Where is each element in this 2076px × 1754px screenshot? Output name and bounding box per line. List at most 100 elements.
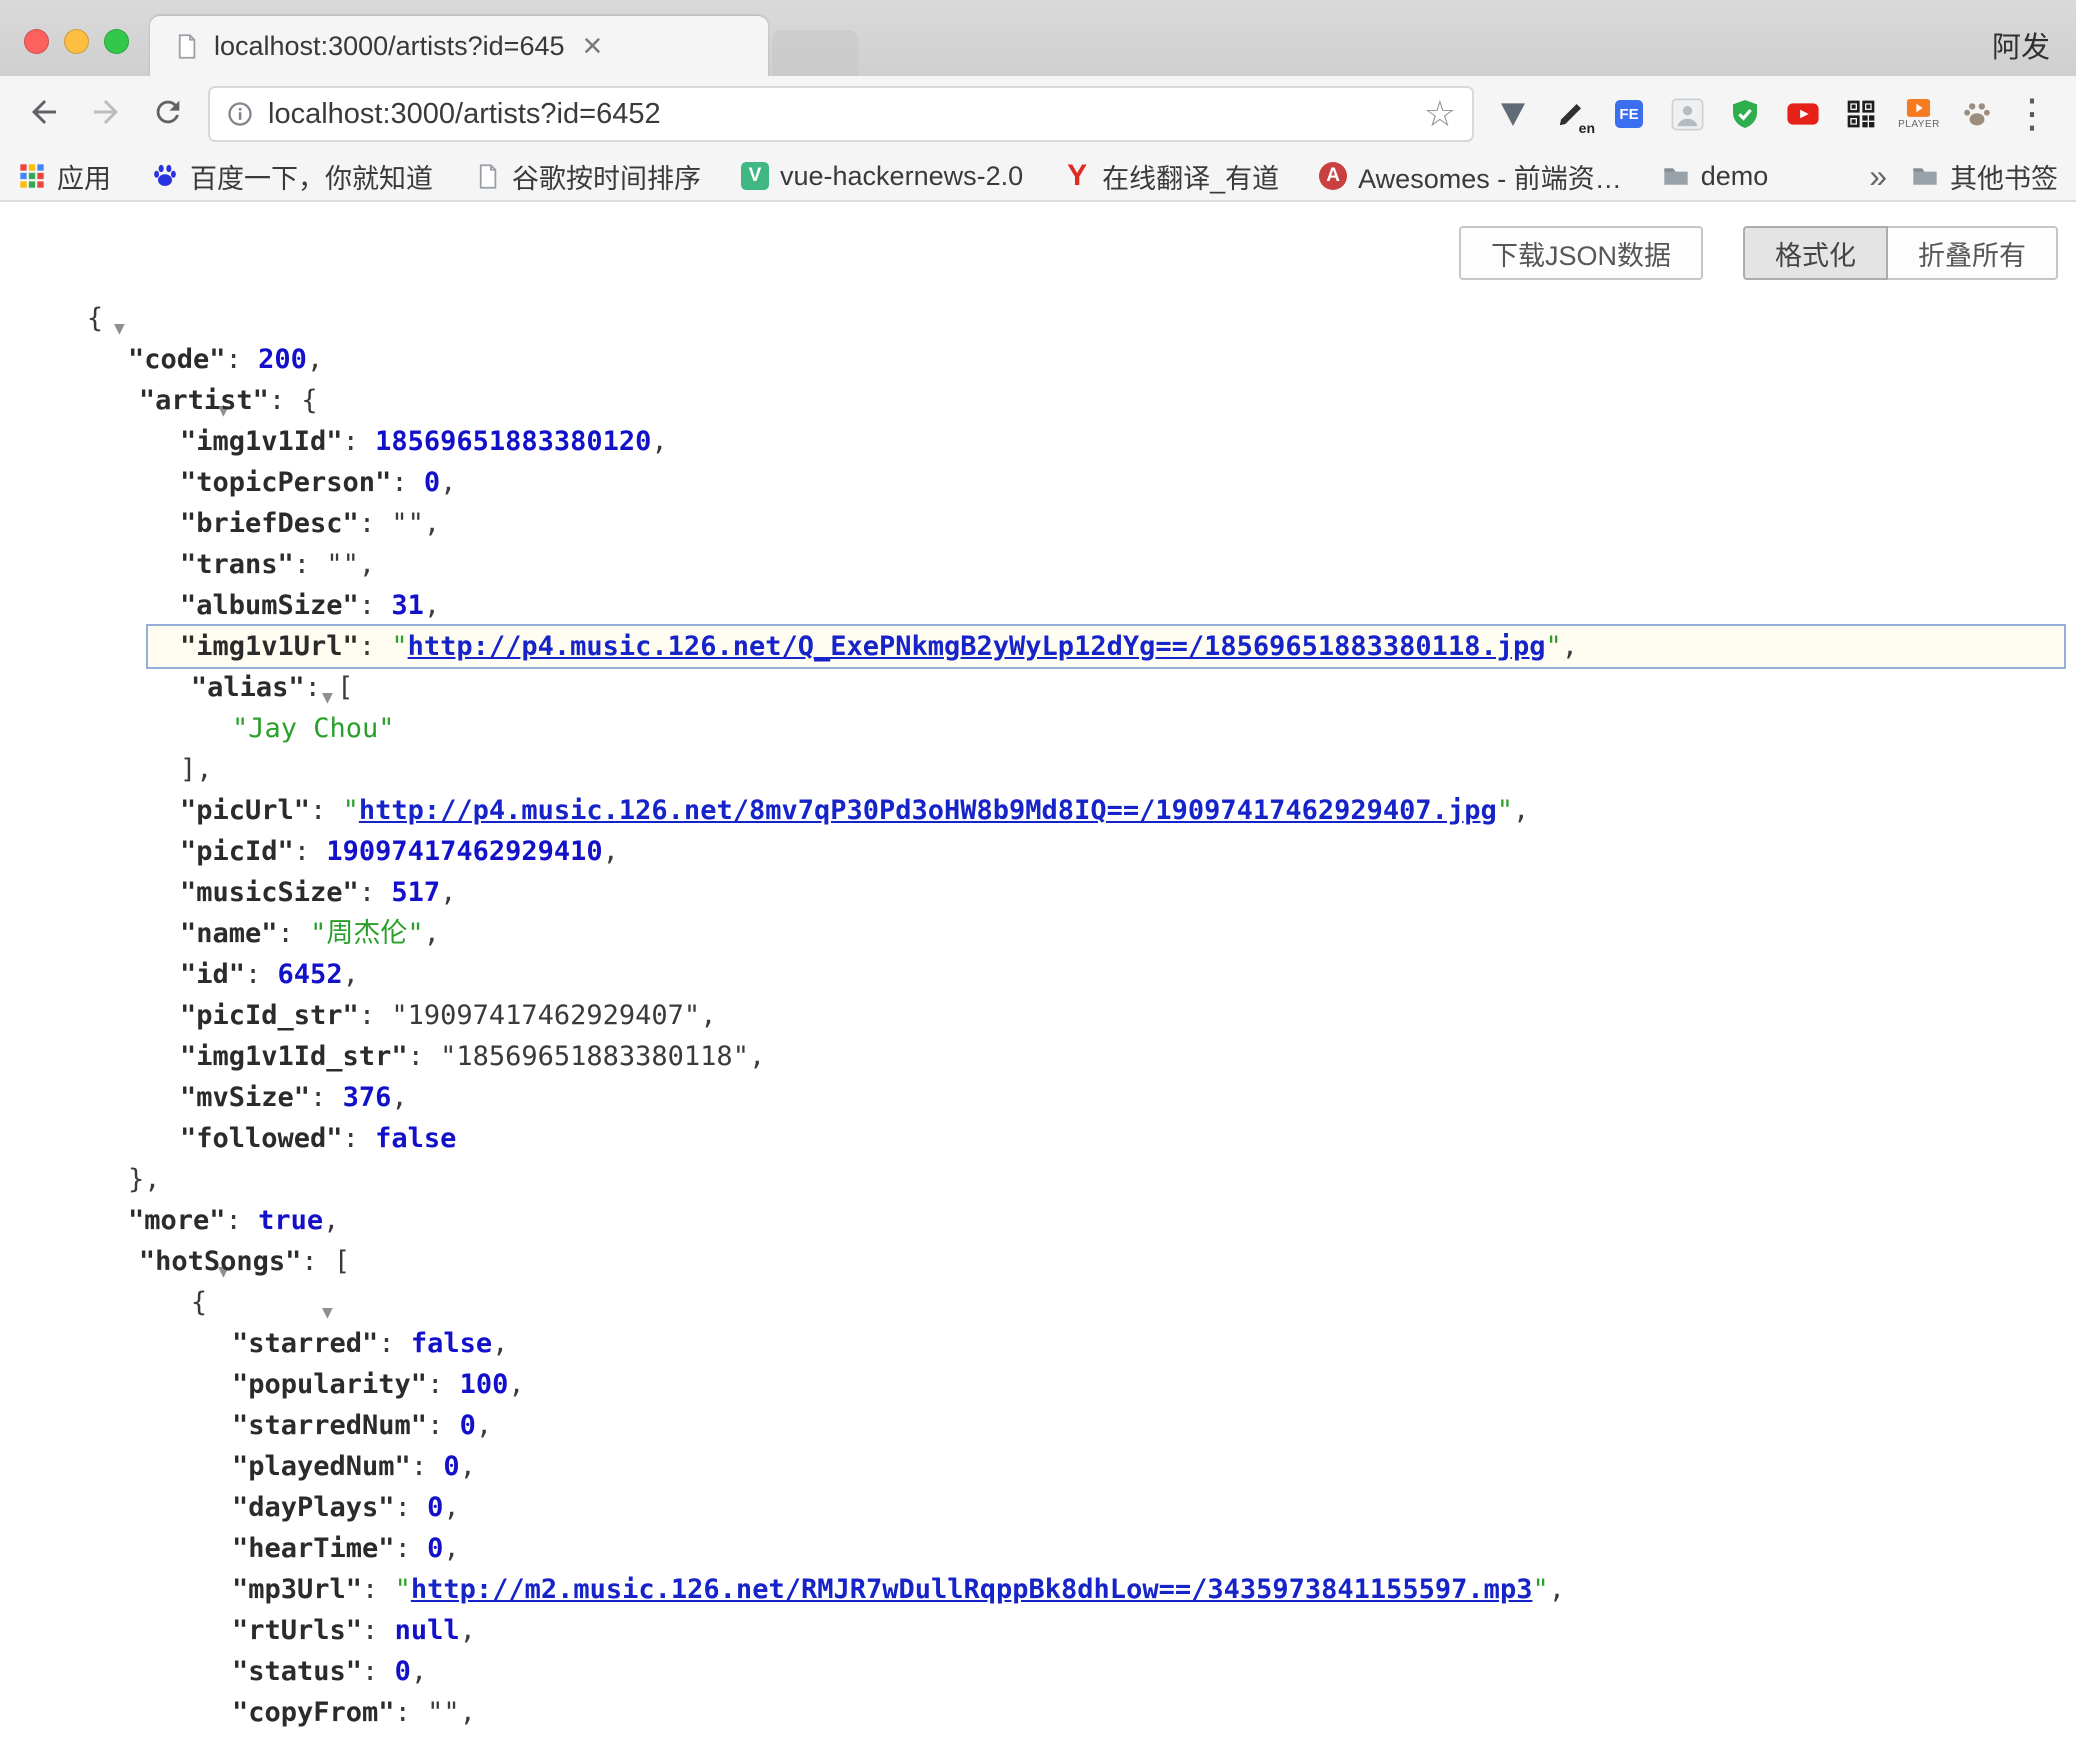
menu-button[interactable]: ⋮ [2004,86,2060,142]
bookmark-item[interactable]: 应用 [18,157,111,196]
json-value: 0 [460,1410,476,1441]
json-quote: " [395,1574,411,1605]
bookmarks-overflow-icon[interactable]: » [1869,160,1887,192]
reload-button[interactable] [140,86,196,142]
json-colon: : [427,1369,460,1400]
youdao-icon: Y [1063,162,1091,190]
json-link[interactable]: http://p4.music.126.net/8mv7qP30Pd3oHW8b… [359,795,1497,826]
json-key: "alias" [191,672,305,703]
json-comma: , [424,918,440,949]
browser-window: localhost:3000/artists?id=645 × 阿发 local… [0,0,2076,1733]
bookmark-item[interactable]: AAwesomes - 前端资… [1319,157,1622,196]
json-comma: , [651,426,667,457]
json-link[interactable]: http://p4.music.126.net/Q_ExePNkmgB2yWyL… [408,631,1546,662]
bookmark-item[interactable]: 谷歌按时间排序 [473,157,701,196]
reload-icon [151,95,185,134]
doc-icon [473,162,501,190]
json-key: "picId" [180,836,294,867]
json-tree: ▼{"code": 200,▼"artist": {"img1v1Id": 18… [0,298,2076,1733]
json-line: "id": 6452, [0,954,2076,995]
json-comma: , [1513,795,1529,826]
address-bar[interactable]: localhost:3000/artists?id=6452 ☆ [208,86,1474,142]
info-icon[interactable] [226,100,254,128]
json-colon: : [294,836,327,867]
bookmark-star-icon[interactable]: ☆ [1424,96,1456,132]
json-value: 200 [258,344,307,375]
json-quote: " [343,795,359,826]
translate-en-icon[interactable]: en [1550,90,1592,138]
bookmark-item[interactable]: Y在线翻译_有道 [1063,157,1279,196]
bookmark-item[interactable]: Vvue-hackernews-2.0 [741,161,1023,192]
json-colon: : [310,795,343,826]
json-value: null [395,1615,460,1646]
json-key: "status" [232,1656,362,1687]
browser-toolbar: localhost:3000/artists?id=6452 ☆ en FE PLA… [0,76,2076,152]
json-value: false [375,1123,456,1154]
json-value: "19097417462929407" [391,1000,700,1031]
json-quote: " [391,631,407,662]
other-bookmarks-folder[interactable]: 其他书签 [1911,157,2058,196]
json-line: "albumSize": 31, [0,585,2076,626]
json-colon: : [294,549,327,580]
fe-icon[interactable]: FE [1608,90,1650,138]
new-tab-button[interactable] [772,30,858,76]
qrcode-icon[interactable] [1840,90,1882,138]
json-comma: , [443,1492,459,1523]
forward-button[interactable] [78,86,134,142]
json-colon: : [269,385,302,416]
download-json-button[interactable]: 下载JSON数据 [1459,226,1703,280]
json-colon: : [359,631,392,662]
json-line: ▼"hotSongs": [ [0,1241,2076,1282]
json-key: "trans" [180,549,294,580]
baidu-paw-icon [151,162,179,190]
json-brace: { [87,303,103,334]
json-comma: , [603,836,619,867]
json-colon: : [301,1246,334,1277]
json-comma: , [440,877,456,908]
url-text[interactable]: localhost:3000/artists?id=6452 [268,98,1424,131]
profile-name[interactable]: 阿发 [1992,24,2050,66]
json-value: false [411,1328,492,1359]
json-key: "starredNum" [232,1410,427,1441]
json-value: 0 [427,1533,443,1564]
json-key: "playedNum" [232,1451,411,1482]
profile-silhouette-icon[interactable] [1666,90,1708,138]
bookmark-item[interactable]: demo [1662,161,1769,192]
collapse-all-button[interactable]: 折叠所有 [1888,226,2058,280]
json-line: "starred": false, [0,1323,2076,1364]
bookmarks-bar: 应用 百度一下，你就知道 谷歌按时间排序 Vvue-hackernews-2.0 Y在线… [0,152,2076,202]
forward-icon [88,94,124,135]
json-colon: : [395,1492,428,1523]
zoom-window-button[interactable] [104,29,129,54]
minimize-window-button[interactable] [64,29,89,54]
tab-close-icon[interactable]: × [583,29,603,63]
json-comma: , [424,590,440,621]
json-line: "picId_str": "19097417462929407", [0,995,2076,1036]
shield-icon[interactable] [1724,90,1766,138]
json-comma: , [476,1410,492,1441]
json-key: "id" [180,959,245,990]
json-line: "code": 200, [0,339,2076,380]
page-icon [172,32,200,60]
folder-icon [1662,162,1690,190]
vue-icon: V [741,162,769,190]
player-icon[interactable]: PLAYER [1898,90,1940,138]
vimium-icon[interactable] [1492,90,1534,138]
json-key: "mp3Url" [232,1574,362,1605]
format-button[interactable]: 格式化 [1743,226,1888,280]
json-key: "picUrl" [180,795,310,826]
json-key: "rtUrls" [232,1615,362,1646]
close-window-button[interactable] [24,29,49,54]
collapse-toggle-icon[interactable]: ▼ [114,318,125,339]
json-value: "" [326,549,359,580]
browser-tab[interactable]: localhost:3000/artists?id=645 × [150,16,768,76]
json-line: "topicPerson": 0, [0,462,2076,503]
back-button[interactable] [16,86,72,142]
json-link[interactable]: http://m2.music.126.net/RMJR7wDullRqppBk… [411,1574,1533,1605]
paw-icon[interactable] [1956,90,1998,138]
collapse-toggle-icon[interactable]: ▼ [322,1302,333,1323]
json-colon: : [395,1533,428,1564]
json-line: "img1v1Id": 18569651883380120, [0,421,2076,462]
youtube-icon[interactable] [1782,90,1824,138]
bookmark-item[interactable]: 百度一下，你就知道 [151,157,433,196]
